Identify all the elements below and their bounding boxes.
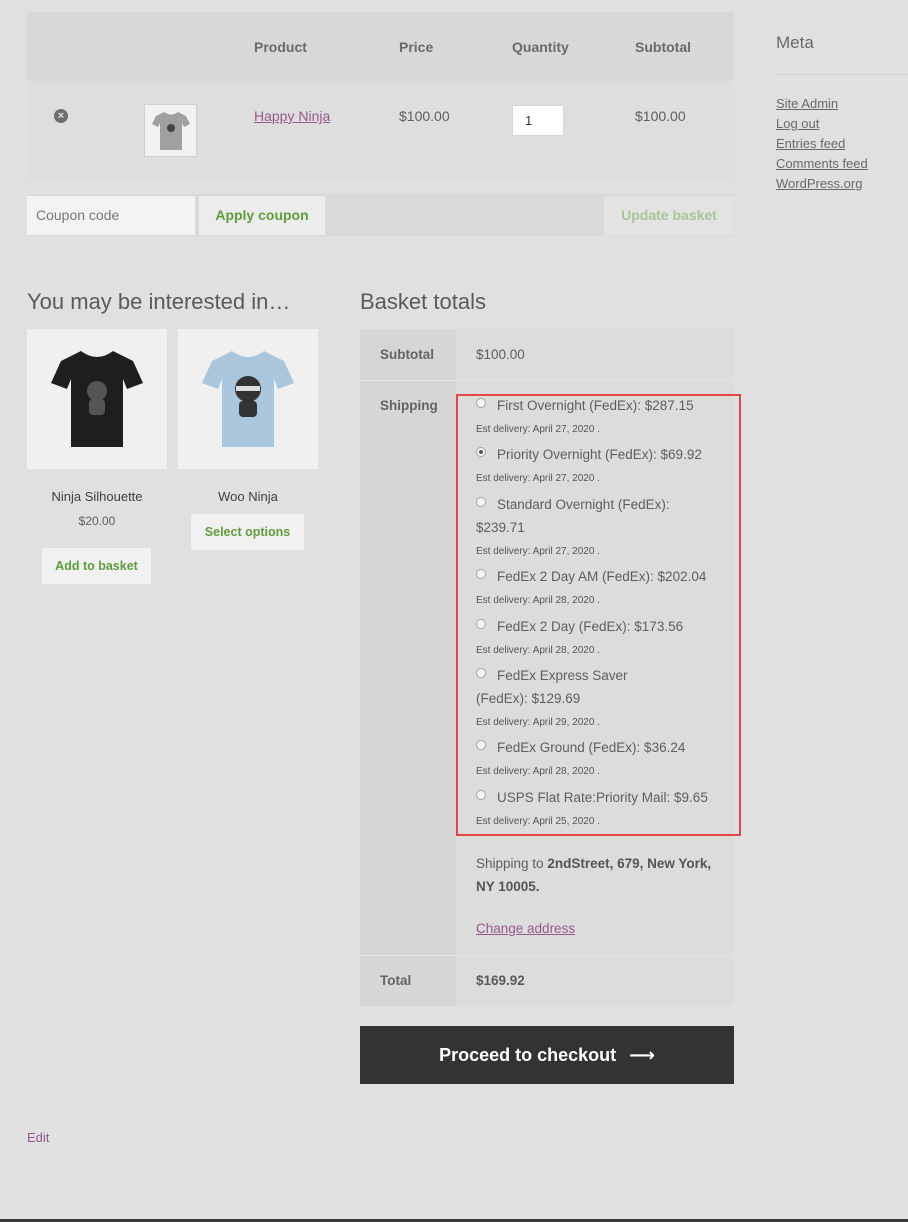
cart-table: Product Price Quantity Subtotal × Happy …: [27, 12, 734, 180]
arrow-right-icon: ⟶: [629, 1045, 655, 1065]
product-thumbnail[interactable]: [144, 104, 197, 157]
apply-coupon-button[interactable]: Apply coupon: [199, 196, 325, 235]
sidebar-link-comments-feed[interactable]: Comments feed: [776, 156, 868, 176]
subtotal-value: $100.00: [476, 347, 525, 362]
update-basket-button[interactable]: Update basket: [604, 196, 734, 235]
total-label: Total: [380, 973, 412, 988]
shipping-options-highlight: [456, 394, 741, 836]
product-image[interactable]: [27, 329, 167, 469]
quantity-input[interactable]: 1: [512, 105, 564, 136]
totals-label-column: [360, 329, 456, 1006]
product-image[interactable]: [178, 329, 318, 469]
shipping-label: Shipping: [380, 398, 438, 413]
sidebar-link-entries-feed[interactable]: Entries feed: [776, 136, 868, 156]
basket-totals-title: Basket totals: [360, 289, 486, 314]
item-price: $100.00: [399, 108, 450, 124]
coupon-actions-bar: Coupon code Apply coupon Update basket: [27, 194, 734, 236]
shipping-destination: Shipping to 2ndStreet, 679, New York, NY…: [476, 852, 716, 898]
product-price: $20.00: [78, 514, 116, 528]
change-address-link[interactable]: Change address: [476, 921, 575, 936]
row-divider: [360, 380, 734, 381]
select-options-button[interactable]: Select options: [191, 514, 304, 550]
product-name[interactable]: Woo Ninja: [178, 489, 318, 504]
sidebar-link-wordpress[interactable]: WordPress.org: [776, 176, 868, 196]
tshirt-icon: [202, 351, 294, 447]
add-to-basket-button[interactable]: Add to basket: [42, 548, 151, 584]
cart-item-row: × Happy Ninja $100.00 1 $100.00: [27, 81, 734, 180]
cross-sells-title: You may be interested in…: [27, 289, 291, 314]
sidebar-link-site-admin[interactable]: Site Admin: [776, 96, 868, 116]
sidebar-divider: [776, 74, 908, 75]
subtotal-label: Subtotal: [380, 347, 434, 362]
shipping-to-prefix: Shipping to: [476, 856, 548, 871]
row-divider: [360, 955, 734, 956]
cart-table-header: Product Price Quantity Subtotal: [27, 12, 734, 81]
remove-item-icon[interactable]: ×: [54, 109, 68, 123]
sidebar-meta-links: Site Admin Log out Entries feed Comments…: [776, 96, 868, 196]
edit-link[interactable]: Edit: [27, 1130, 49, 1145]
header-product: Product: [254, 39, 307, 55]
total-value: $169.92: [476, 973, 525, 988]
cross-sell-product: Ninja Silhouette $20.00: [27, 329, 167, 528]
tshirt-icon: [51, 351, 143, 447]
cross-sell-product: Woo Ninja: [178, 329, 318, 504]
proceed-to-checkout-button[interactable]: Proceed to checkout ⟶: [360, 1026, 734, 1084]
sidebar-meta-title: Meta: [776, 33, 814, 52]
item-subtotal: $100.00: [635, 108, 686, 124]
coupon-code-input[interactable]: Coupon code: [27, 196, 195, 235]
checkout-label: Proceed to checkout: [439, 1045, 617, 1065]
sidebar-link-log-out[interactable]: Log out: [776, 116, 868, 136]
header-subtotal: Subtotal: [635, 39, 691, 55]
product-link[interactable]: Happy Ninja: [254, 108, 330, 124]
product-name[interactable]: Ninja Silhouette: [27, 489, 167, 504]
header-quantity: Quantity: [512, 39, 569, 55]
header-price: Price: [399, 39, 434, 55]
tshirt-icon: [152, 112, 190, 150]
